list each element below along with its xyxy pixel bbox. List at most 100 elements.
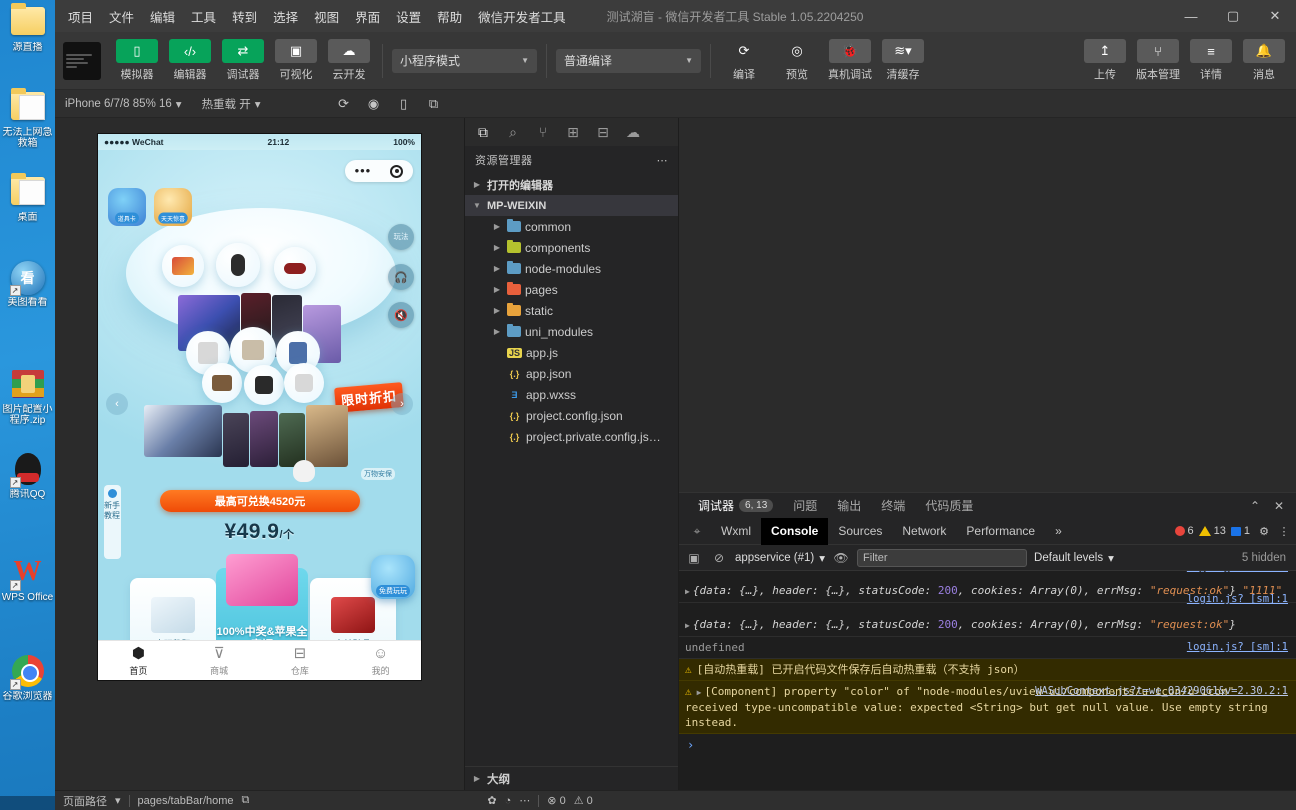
desktop-icon-network-kit[interactable]: 无法上网急救箱	[0, 88, 55, 165]
minimize-button[interactable]: —	[1170, 0, 1212, 32]
menu-item-settings[interactable]: 设置	[389, 3, 428, 30]
log-source-link[interactable]: login.js? [sm]:1	[1187, 592, 1288, 607]
console-warning-row[interactable]: WASubContext.js?t=we_03429061&v=2.30.2:1…	[679, 681, 1296, 734]
desktop-icon-desktop[interactable]: 桌面	[0, 173, 55, 250]
prop-card-badge[interactable]: 道具卡	[108, 188, 146, 226]
maximize-button[interactable]: ▢	[1212, 0, 1254, 32]
page-path-label[interactable]: 页面路径	[63, 793, 107, 809]
tree-item-project-config[interactable]: {.} project.config.json	[465, 405, 678, 426]
record-icon[interactable]: ◉	[361, 93, 387, 115]
tab-terminal[interactable]: 终端	[872, 493, 914, 519]
more-vertical-icon[interactable]: ⋮	[1278, 525, 1290, 538]
subtab-console[interactable]: Console	[761, 517, 829, 545]
info-count[interactable]: 1	[1230, 525, 1250, 537]
debugger-toggle-button[interactable]: ⇄ 调试器	[219, 39, 267, 82]
expand-triangle-icon[interactable]: ▶	[685, 587, 690, 596]
tree-item-common[interactable]: ▶ common	[465, 216, 678, 237]
simulator-toggle-button[interactable]: ▯ 模拟器	[113, 39, 161, 82]
carousel-next-button[interactable]: ›	[391, 393, 413, 415]
rotate-icon[interactable]: ⟳	[331, 93, 357, 115]
tree-item-node-modules[interactable]: ▶ node-modules	[465, 258, 678, 279]
menu-item-devtools[interactable]: 微信开发者工具	[471, 3, 573, 30]
more-icon[interactable]: ⋯	[519, 794, 530, 807]
menu-item-interface[interactable]: 界面	[348, 3, 387, 30]
desktop-icon-meitu[interactable]: 看 ↗ 美图看看	[0, 259, 55, 335]
extensions-icon[interactable]: ⊞	[559, 119, 587, 145]
status-warning-count[interactable]: ⚠ 0	[574, 794, 593, 807]
levels-select[interactable]: Default levels ▾	[1034, 551, 1114, 565]
menu-item-edit[interactable]: 编辑	[143, 3, 182, 30]
tree-item-uni-modules[interactable]: ▶ uni_modules	[465, 321, 678, 342]
tab-debugger[interactable]: 调试器 6, 13	[689, 493, 782, 519]
gear-icon[interactable]: ⚙	[1255, 525, 1273, 538]
menu-item-view[interactable]: 视图	[307, 3, 346, 30]
real-device-debug-button[interactable]: 🐞 真机调试	[826, 39, 874, 82]
tab-output[interactable]: 输出	[828, 493, 870, 519]
free-game-badge[interactable]: 免费玩玩	[371, 555, 415, 599]
tree-item-components[interactable]: ▶ components	[465, 237, 678, 258]
compile-select[interactable]: 普通编译 ▼	[556, 48, 701, 73]
menu-item-project[interactable]: 项目	[61, 3, 100, 30]
log-source-link[interactable]: WASubContext.js?t=we_03429061&v=2.30.2:1	[1035, 684, 1288, 699]
tabbar-item-home[interactable]: ⬢ 首页	[98, 641, 179, 680]
warning-count[interactable]: 13	[1198, 525, 1226, 537]
mode-select[interactable]: 小程序模式 ▼	[392, 48, 537, 73]
tree-item-app-js[interactable]: JS app.js	[465, 342, 678, 363]
compile-button[interactable]: ⟳ 编译	[720, 39, 768, 82]
split-icon[interactable]: ⧉	[421, 93, 447, 115]
sidebar-toggle-icon[interactable]: ▣	[685, 551, 703, 565]
editor-toggle-button[interactable]: ‹/› 编辑器	[166, 39, 214, 82]
clear-console-icon[interactable]: ⊘	[710, 551, 728, 565]
copy-icon[interactable]: ⧉	[242, 794, 250, 807]
close-icon[interactable]: ✕	[1268, 499, 1290, 513]
console-output[interactable]: login.js? [sm]:1 ▶{data: {…}, header: {……	[679, 571, 1296, 790]
subtab-network[interactable]: Network	[892, 518, 956, 545]
clear-cache-button[interactable]: ≋▾ 清缓存	[879, 39, 927, 82]
menu-item-goto[interactable]: 转到	[225, 3, 264, 30]
desktop-icon-zip[interactable]: 图片配置小程序.zip	[0, 366, 55, 442]
hotreload-select[interactable]: 热重载 开 ▾	[192, 96, 271, 112]
product-bubble[interactable]	[162, 245, 204, 287]
desktop-icon-chrome[interactable]: ↗ 谷歌浏览器	[0, 653, 55, 729]
visual-toggle-button[interactable]: ▣ 可视化	[272, 39, 320, 82]
product-bubble[interactable]	[202, 363, 242, 403]
device-select[interactable]: iPhone 6/7/8 85% 16 ▾	[55, 97, 192, 111]
console-log-row[interactable]: login.js? [sm]:1 undefined	[679, 637, 1296, 659]
product-bubble[interactable]	[274, 247, 316, 289]
cursor-select-icon[interactable]: ⌖	[683, 518, 711, 545]
log-source-link[interactable]: login.js? [sm]:1	[1187, 571, 1288, 575]
subtab-performance[interactable]: Performance	[956, 518, 1045, 545]
error-count[interactable]: 6	[1174, 525, 1194, 537]
tabbar-item-mall[interactable]: ⊽ 商城	[179, 641, 260, 680]
menu-item-select[interactable]: 选择	[266, 3, 305, 30]
tree-item-pages[interactable]: ▶ pages	[465, 279, 678, 300]
wechat-capsule[interactable]: •••	[345, 160, 413, 182]
version-management-button[interactable]: ⑂ 版本管理	[1134, 39, 1182, 82]
tab-code-quality[interactable]: 代码质量	[916, 493, 982, 519]
menu-item-file[interactable]: 文件	[102, 3, 141, 30]
console-warning-row[interactable]: ⚠ [自动热重载] 已开启代码文件保存后自动热重载（不支持 json）	[679, 659, 1296, 681]
preview-button[interactable]: ◎ 预览	[773, 39, 821, 82]
tree-item-app-wxss[interactable]: Ǝ app.wxss	[465, 384, 678, 405]
cloud-dev-button[interactable]: ☁ 云开发	[325, 39, 373, 82]
bug-status-icon[interactable]: ✿	[487, 794, 496, 807]
desktop-icon-wps[interactable]: W ↗ WPS Office	[0, 554, 55, 630]
more-actions-icon[interactable]: ⋯	[657, 154, 669, 167]
expand-triangle-icon[interactable]: ▶	[685, 621, 690, 630]
console-prompt[interactable]: ›	[679, 734, 1296, 756]
daily-surprise-badge[interactable]: 天天惊喜	[154, 188, 192, 226]
product-bubble[interactable]	[216, 243, 260, 287]
taskbar[interactable]	[0, 796, 55, 810]
menu-item-help[interactable]: 帮助	[430, 3, 469, 30]
collapse-icon[interactable]: ⌃	[1244, 499, 1266, 513]
desktop-icon-yuanzhibo[interactable]: 源直播	[0, 3, 55, 80]
console-log-row[interactable]: login.js? [sm]:1 ▶{data: {…}, header: {……	[679, 593, 1296, 637]
status-error-count[interactable]: ⊗ 0	[547, 794, 565, 807]
context-select[interactable]: appservice (#1) ▾	[735, 551, 825, 565]
tab-problems[interactable]: 问题	[784, 493, 826, 519]
filter-input[interactable]: Filter	[857, 548, 1028, 567]
target-icon[interactable]	[390, 164, 404, 178]
eye-icon[interactable]: 👁	[832, 551, 850, 565]
desktop-icon-qq[interactable]: ↗ 腾讯QQ	[0, 451, 55, 527]
tree-item-app-json[interactable]: {.} app.json	[465, 363, 678, 384]
